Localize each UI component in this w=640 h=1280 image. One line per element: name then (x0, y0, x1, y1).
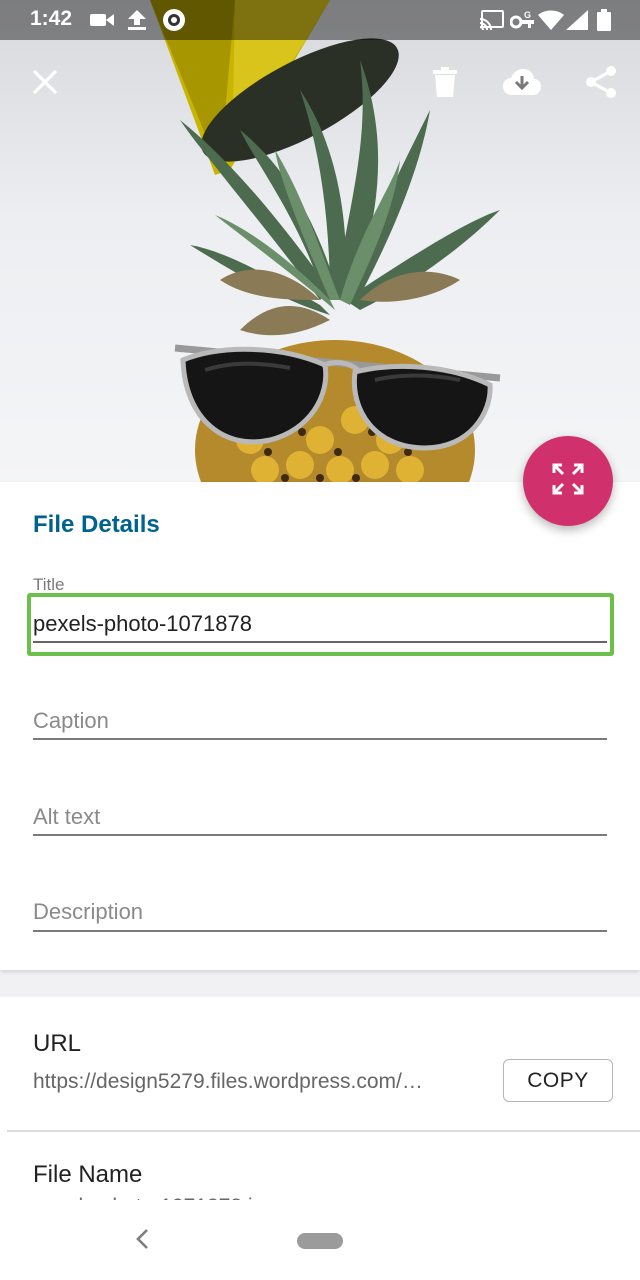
svg-text:G: G (524, 10, 531, 20)
trash-icon (433, 66, 457, 102)
vpn-key-icon: G (510, 10, 534, 30)
cell-signal-icon (566, 10, 588, 30)
delete-button[interactable] (421, 60, 469, 108)
file-details-heading: File Details (33, 511, 160, 538)
caption-input[interactable]: Caption (33, 708, 109, 734)
description-input[interactable]: Description (33, 899, 143, 925)
url-value: https://design5279.files.wordpress.com/… (33, 1070, 423, 1093)
share-icon (585, 65, 617, 103)
alt-text-underline (33, 834, 607, 836)
home-pill-button[interactable] (297, 1233, 343, 1249)
caption-field[interactable]: Caption (33, 704, 607, 744)
fullscreen-button[interactable] (523, 436, 613, 526)
cast-icon (480, 10, 504, 30)
alt-text-field[interactable]: Alt text (33, 800, 607, 840)
alt-text-input[interactable]: Alt text (33, 804, 100, 830)
status-bar: 1:42 G (0, 0, 640, 40)
title-label: Title (33, 575, 65, 594)
back-button[interactable] (122, 1224, 162, 1258)
copy-url-button[interactable]: COPY (503, 1059, 613, 1102)
description-underline (33, 930, 607, 932)
caption-underline (33, 738, 607, 740)
fullscreen-icon (552, 463, 584, 500)
close-icon (32, 69, 58, 100)
status-time: 1:42 (30, 7, 73, 30)
wifi-icon (538, 10, 564, 30)
description-field[interactable]: Description (33, 895, 607, 935)
navigation-bar (0, 1200, 640, 1280)
chevron-left-icon (135, 1228, 149, 1255)
download-button[interactable] (498, 60, 546, 108)
app-notification-icon (162, 9, 186, 31)
share-button[interactable] (577, 60, 625, 108)
title-focus-highlight (27, 593, 614, 656)
cloud-download-icon (503, 68, 541, 100)
url-label: URL (33, 1030, 82, 1057)
section-divider (7, 1130, 640, 1132)
battery-icon (597, 9, 611, 31)
upload-icon (128, 10, 146, 30)
file-name-label: File Name (33, 1161, 143, 1188)
file-details-card: File Details Title pexels-photo-1071878 … (0, 482, 640, 970)
close-button[interactable] (21, 60, 69, 108)
file-info-card: URL https://design5279.files.wordpress.c… (0, 997, 640, 1207)
video-camera-icon (90, 10, 114, 30)
